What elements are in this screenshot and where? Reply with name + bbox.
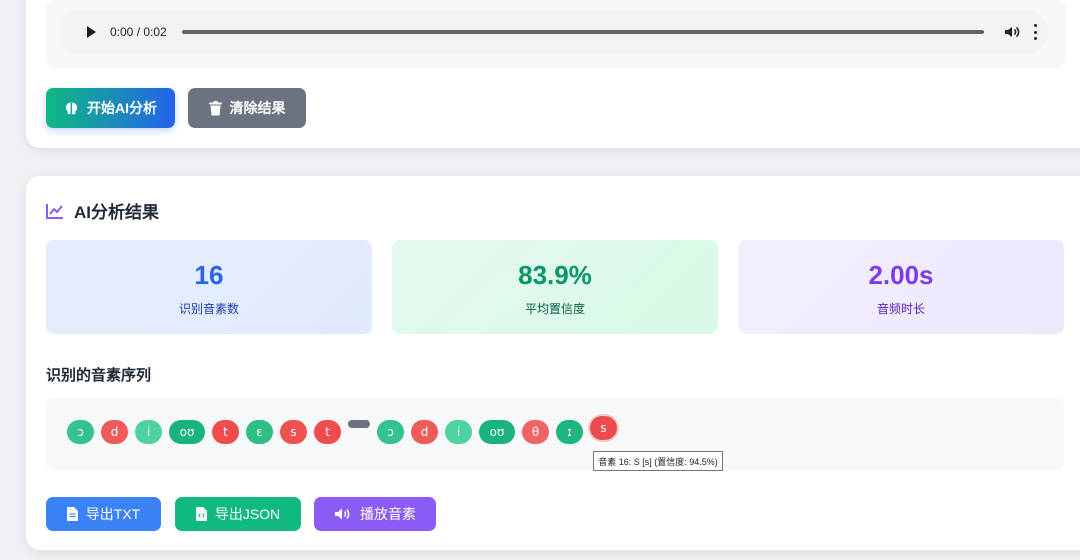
phoneme-chip[interactable]: i bbox=[135, 420, 162, 444]
export-txt-label: 导出TXT bbox=[85, 506, 141, 522]
phoneme-chip[interactable]: d bbox=[411, 420, 438, 444]
export-json-button[interactable]: 导出JSON bbox=[175, 497, 301, 531]
audio-progress-track[interactable] bbox=[182, 30, 984, 34]
analysis-results-card: AI分析结果 16 识别音素数 83.9% 平均置信度 2.00s 音频时长 识… bbox=[26, 176, 1080, 550]
phoneme-chip[interactable]: t bbox=[314, 420, 341, 444]
phoneme-chip[interactable]: s bbox=[280, 420, 307, 444]
phoneme-chip[interactable]: i bbox=[445, 420, 472, 444]
volume-icon[interactable] bbox=[1004, 24, 1020, 40]
stat-audio-duration: 2.00s 音频时长 bbox=[738, 240, 1064, 334]
play-phonemes-button[interactable]: 播放音素 bbox=[314, 497, 436, 531]
file-code-icon bbox=[195, 507, 207, 521]
phoneme-chip[interactable]: θ bbox=[522, 420, 549, 444]
phoneme-chip[interactable]: oʊ bbox=[479, 420, 515, 444]
phoneme-silence[interactable] bbox=[348, 420, 370, 428]
audio-player-container: 0:00 / 0:02 bbox=[46, 0, 1066, 68]
phoneme-chip[interactable]: t bbox=[212, 420, 239, 444]
phoneme-chip[interactable]: oʊ bbox=[169, 420, 205, 444]
stat-average-confidence: 83.9% 平均置信度 bbox=[392, 240, 718, 334]
start-ai-analysis-button[interactable]: 开始AI分析 bbox=[46, 88, 175, 128]
stat-value: 83.9% bbox=[518, 260, 592, 290]
stat-label: 识别音素数 bbox=[178, 302, 239, 316]
phoneme-chip[interactable]: d bbox=[101, 420, 128, 444]
audio-player[interactable]: 0:00 / 0:02 bbox=[60, 10, 1048, 54]
results-title: AI分析结果 bbox=[74, 203, 159, 222]
export-txt-button[interactable]: 导出TXT bbox=[46, 497, 161, 531]
trash-icon bbox=[208, 100, 222, 115]
stat-phoneme-count: 16 识别音素数 bbox=[46, 240, 372, 334]
phoneme-chip[interactable]: ɔ bbox=[67, 420, 94, 444]
stat-label: 音频时长 bbox=[876, 302, 925, 316]
clear-results-label: 清除结果 bbox=[229, 100, 286, 116]
file-text-icon bbox=[66, 507, 78, 521]
phoneme-chip[interactable]: s bbox=[590, 416, 617, 440]
audio-time: 0:00 / 0:02 bbox=[110, 25, 167, 39]
stat-value: 16 bbox=[194, 260, 224, 290]
line-chart-icon bbox=[46, 203, 63, 219]
phoneme-tooltip: 音素 16: S [s] (置信度: 94.5%) bbox=[593, 451, 723, 471]
play-phonemes-label: 播放音素 bbox=[360, 506, 416, 522]
speaker-icon bbox=[335, 508, 350, 520]
play-icon[interactable] bbox=[87, 26, 96, 38]
phoneme-chip[interactable]: ɛ bbox=[246, 420, 273, 444]
brain-icon bbox=[65, 101, 78, 114]
start-ai-analysis-label: 开始AI分析 bbox=[87, 100, 157, 116]
export-json-label: 导出JSON bbox=[214, 506, 281, 522]
stat-value: 2.00s bbox=[868, 260, 934, 290]
phoneme-chip[interactable]: ɔ bbox=[377, 420, 404, 444]
stat-label: 平均置信度 bbox=[524, 302, 585, 316]
more-options-icon[interactable] bbox=[1032, 24, 1038, 40]
clear-results-button[interactable]: 清除结果 bbox=[188, 88, 306, 128]
phoneme-sequence: ɔ d i oʊ t ɛ s t ɔ d i oʊ θ ɪ s bbox=[46, 398, 1064, 470]
phoneme-sequence-title: 识别的音素序列 bbox=[46, 367, 152, 384]
results-heading: AI分析结果 bbox=[46, 198, 159, 223]
phoneme-chip[interactable]: ɪ bbox=[556, 420, 583, 444]
analysis-controls-card: 0:00 / 0:02 开始AI分析 清除结果 bbox=[26, 0, 1080, 148]
